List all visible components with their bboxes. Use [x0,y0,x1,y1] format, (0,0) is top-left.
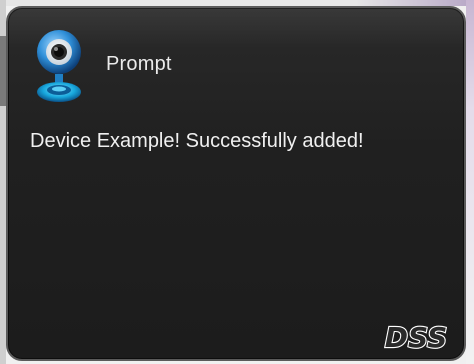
prompt-dialog: Prompt Device Example! Successfully adde… [6,6,466,361]
dialog-message: Device Example! Successfully added! [30,130,364,152]
webcam-icon [37,30,81,102]
backdrop-right [466,0,474,364]
dialog-title: Prompt [106,52,172,75]
dss-logo: DSS [384,320,449,353]
dialog-header: Prompt [30,28,172,106]
logo-text: DSS [385,321,448,353]
